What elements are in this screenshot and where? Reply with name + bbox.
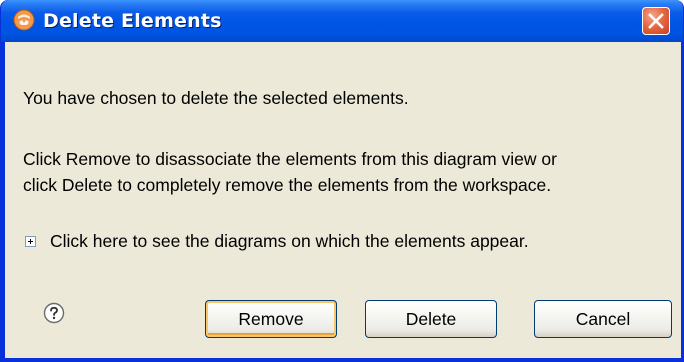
message-line-2: Click Remove to disassociate the element… bbox=[23, 149, 557, 169]
show-diagrams-label[interactable]: Click here to see the diagrams on which … bbox=[50, 231, 529, 252]
message-line-1: You have chosen to delete the selected e… bbox=[23, 88, 409, 108]
close-button[interactable] bbox=[642, 7, 670, 35]
eclipse-app-icon bbox=[13, 9, 35, 31]
plus-box-icon[interactable] bbox=[25, 235, 36, 247]
cancel-button[interactable]: Cancel bbox=[534, 300, 672, 338]
close-icon bbox=[648, 13, 664, 29]
delete-elements-dialog: Delete Elements You have chosen to delet… bbox=[0, 0, 684, 362]
delete-button[interactable]: Delete bbox=[365, 300, 497, 338]
dialog-body: You have chosen to delete the selected e… bbox=[5, 42, 681, 358]
help-icon[interactable] bbox=[43, 302, 65, 324]
remove-button[interactable]: Remove bbox=[205, 300, 337, 338]
title-bar[interactable]: Delete Elements bbox=[1, 0, 683, 42]
window-title: Delete Elements bbox=[43, 10, 222, 32]
show-diagrams-toggle[interactable]: Click here to see the diagrams on which … bbox=[25, 228, 529, 254]
message-line-3: click Delete to completely remove the el… bbox=[23, 175, 552, 195]
